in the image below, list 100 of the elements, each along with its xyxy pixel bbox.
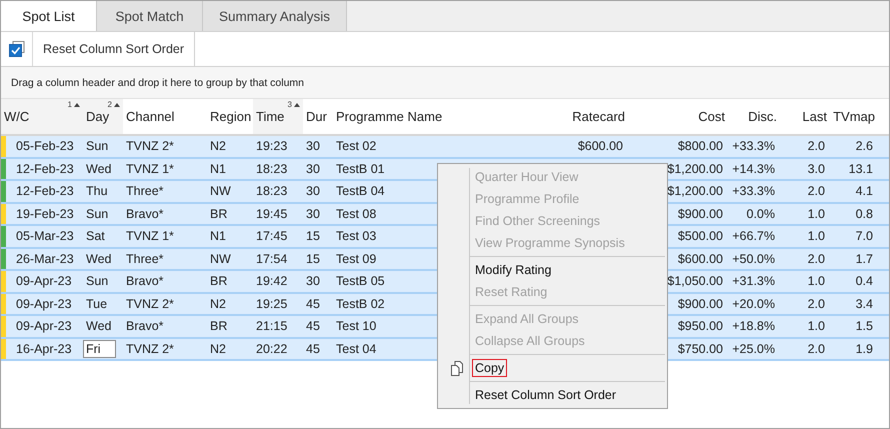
table-cell: 16-Apr-23	[16, 342, 72, 356]
sort-ascending-icon	[294, 103, 300, 107]
table-cell: 3.4	[856, 296, 873, 311]
table-cell: 1.7	[856, 252, 873, 266]
table-cell: Sun	[86, 139, 108, 154]
table-cell: 18:23	[256, 184, 288, 198]
table-cell: TVNZ 2*	[126, 296, 174, 311]
tab[interactable]: Spot List	[1, 1, 97, 31]
table-cell: TestB 05	[336, 274, 385, 288]
table-cell: 4.1	[856, 184, 873, 198]
sort-order: 1	[68, 100, 72, 109]
table-cell: 1.9	[856, 342, 873, 356]
table-cell: 19:45	[256, 206, 288, 221]
table-cell: +18.8%	[732, 319, 775, 334]
column-header[interactable]: Dur	[303, 99, 333, 134]
table-cell: Test 04	[336, 342, 376, 356]
column-header[interactable]: Day 2	[83, 99, 123, 134]
table-cell: 05-Feb-23	[16, 139, 74, 154]
column-header[interactable]: Disc.	[728, 99, 780, 134]
table-cell: TVNZ 1*	[126, 162, 174, 176]
table-cell: 2.0	[808, 296, 825, 311]
table-cell: 19:23	[256, 139, 288, 154]
table-cell: 13.1	[848, 162, 873, 176]
table-cell: 15	[306, 229, 320, 244]
table-cell: Thu	[86, 184, 108, 198]
copy-icon	[450, 360, 462, 376]
table-cell: 0.8	[856, 206, 873, 221]
table-cell: 2.6	[856, 139, 873, 154]
table-cell: Bravo*	[126, 274, 164, 288]
table-cell: 2.0	[808, 184, 825, 198]
table-cell: TestB 02	[336, 296, 385, 311]
table-cell: Tue	[86, 296, 108, 311]
table-cell: NW	[210, 252, 231, 266]
table-cell: BR	[210, 206, 228, 221]
table-cell: 17:45	[256, 229, 288, 244]
menu-item[interactable]: Reset Column Sort Order	[472, 386, 620, 404]
table-cell: N2	[210, 296, 226, 311]
table-cell: 12-Feb-23	[16, 162, 74, 176]
column-header[interactable]: W/C 1	[1, 99, 83, 134]
table-cell: 05-Mar-23	[16, 229, 74, 244]
table-cell: 20:22	[256, 342, 288, 356]
table-cell: 30	[306, 139, 320, 154]
table-cell: $800.00	[678, 139, 723, 154]
table-cell: 2.0	[808, 252, 825, 266]
table-cell: 18:23	[256, 162, 288, 176]
table-cell: 30	[306, 162, 320, 176]
column-header[interactable]: Ratecard	[493, 99, 628, 134]
column-header[interactable]: Time 3	[253, 99, 303, 134]
table-cell: $1,050.00	[667, 274, 723, 288]
column-header[interactable]: Region	[207, 99, 253, 134]
table-cell: $900.00	[678, 296, 723, 311]
table-cell: 3.0	[808, 162, 825, 176]
column-header[interactable]: TVmap	[830, 99, 878, 134]
table-cell: 2.0	[808, 139, 825, 154]
table-cell: TestB 01	[336, 162, 385, 176]
sort-ascending-icon	[114, 103, 120, 107]
table-cell: N2	[210, 342, 226, 356]
table-cell: $950.00	[678, 319, 723, 334]
table-cell: +20.0%	[732, 296, 775, 311]
checkbox[interactable]	[8, 41, 24, 57]
table-cell: TVNZ 1*	[126, 229, 174, 244]
table-cell: BR	[210, 274, 228, 288]
table-cell: TVNZ 2*	[126, 342, 174, 356]
column-header[interactable]: Programme Name	[333, 99, 493, 134]
table-cell: Fri	[83, 340, 116, 358]
table-cell: 7.0	[856, 229, 873, 244]
menu-item[interactable]: Modify Rating	[472, 261, 554, 279]
table-cell: $500.00	[678, 229, 723, 244]
table-cell: Sun	[86, 274, 108, 288]
column-header[interactable]: Cost	[628, 99, 728, 134]
table-cell: 09-Apr-23	[16, 274, 72, 288]
table-cell: Test 02	[336, 139, 376, 154]
table-cell: 1.0	[808, 206, 825, 221]
table-cell: 09-Apr-23	[16, 319, 72, 334]
table-cell: Wed	[86, 252, 112, 266]
table-cell: TVNZ 2*	[126, 139, 174, 154]
menu-item[interactable]: Copy	[472, 359, 508, 377]
table-cell: Test 10	[336, 319, 376, 334]
table-cell: 26-Mar-23	[16, 252, 74, 266]
table-cell: N1	[210, 162, 226, 176]
table-cell: Three*	[126, 184, 164, 198]
table-cell: $600.00	[678, 252, 723, 266]
table-cell: +66.7%	[732, 229, 775, 244]
table-cell: 45	[306, 342, 320, 356]
table-cell: Wed	[86, 162, 112, 176]
sort-order: 2	[108, 100, 112, 109]
sort-order: 3	[288, 100, 292, 109]
table-cell: 09-Apr-23	[16, 296, 72, 311]
table-cell: Test 03	[336, 229, 376, 244]
column-header[interactable]: Channel	[123, 99, 207, 134]
table-cell: +33.3%	[732, 184, 775, 198]
column-header[interactable]: Last	[780, 99, 830, 134]
table-cell: 1.0	[808, 319, 825, 334]
tab[interactable]: Spot Match	[97, 1, 203, 31]
table-cell: Sun	[86, 206, 108, 221]
tab[interactable]: Summary Analysis	[203, 1, 347, 31]
sort-ascending-icon	[74, 103, 80, 107]
table-cell: +50.0%	[732, 252, 775, 266]
table-cell: +31.3%	[732, 274, 775, 288]
table-cell: N1	[210, 229, 226, 244]
